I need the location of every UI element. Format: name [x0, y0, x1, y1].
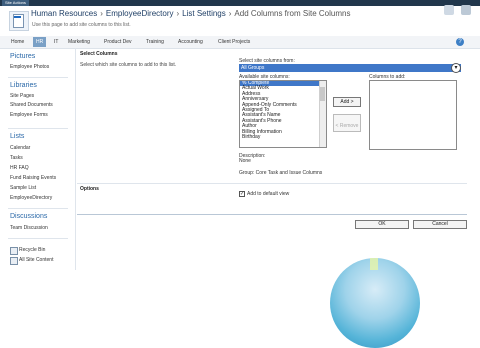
nav-item-site-pages[interactable]: Site Pages: [10, 93, 34, 99]
nav-item-all-site-content[interactable]: All Site Content: [19, 257, 53, 263]
column-group-dropdown[interactable]: All Groups: [239, 64, 461, 72]
nav-item-employee-photos[interactable]: Employee Photos: [10, 64, 49, 70]
tab-training[interactable]: Training: [143, 37, 167, 47]
column-group-info: Group: Core Task and Issue Columns: [239, 170, 323, 176]
breadcrumb-settings[interactable]: List Settings: [182, 9, 226, 18]
add-column-button[interactable]: Add >: [333, 97, 361, 107]
section-divider: [77, 183, 467, 184]
columns-to-add-listbox[interactable]: [369, 80, 457, 150]
chevron-down-icon[interactable]: ▾: [451, 63, 461, 73]
nav-item-shared-documents[interactable]: Shared Documents: [10, 102, 53, 108]
breadcrumb-list[interactable]: EmployeeDirectory: [106, 9, 174, 18]
nav-item-calendar[interactable]: Calendar: [10, 145, 30, 151]
section-description: Select which site columns to add to this…: [80, 62, 177, 68]
nav-heading-pictures[interactable]: Pictures: [10, 53, 35, 60]
nav-item-employee-forms[interactable]: Employee Forms: [10, 112, 48, 118]
breadcrumb-separator: ›: [228, 9, 232, 18]
breadcrumb-current: Add Columns from Site Columns: [234, 9, 351, 18]
list-item[interactable]: Birthday: [240, 134, 326, 140]
globe-graphic: [330, 258, 420, 348]
recycle-bin-icon: [10, 247, 18, 255]
nav-item-sample-list[interactable]: Sample List: [10, 185, 36, 191]
add-to-default-view-label[interactable]: Add to default view: [247, 191, 289, 197]
nav-heading-libraries[interactable]: Libraries: [10, 82, 37, 89]
cancel-button[interactable]: Cancel: [413, 220, 467, 229]
tab-marketing[interactable]: Marketing: [65, 37, 93, 47]
nav-divider: [8, 208, 68, 209]
available-columns-listbox[interactable]: % Complete Actual Work Address Anniversa…: [239, 80, 327, 148]
remove-column-button[interactable]: < Remove: [333, 114, 361, 132]
section-title-options: Options: [80, 186, 99, 192]
nav-item-fund-raising-events[interactable]: Fund Raising Events: [10, 175, 56, 181]
breadcrumb-separator: ›: [176, 9, 180, 18]
breadcrumb-site[interactable]: Human Resources: [31, 9, 97, 18]
form-footer-divider: [77, 214, 467, 215]
section-title-select-columns: Select Columns: [80, 51, 118, 57]
nav-item-team-discussion[interactable]: Team Discussion: [10, 225, 48, 231]
site-content-icon: [10, 257, 18, 265]
breadcrumb: Human Resources › EmployeeDirectory › List S…: [31, 9, 350, 18]
description-value: None: [239, 158, 251, 164]
content-divider: [75, 48, 76, 270]
nav-divider: [8, 238, 68, 239]
nav-heading-lists[interactable]: Lists: [10, 133, 24, 140]
logo-accent: [14, 16, 21, 18]
tab-it[interactable]: IT: [51, 37, 61, 47]
user-icon[interactable]: [444, 5, 454, 15]
scrollbar-thumb[interactable]: [320, 87, 325, 101]
tab-client-projects[interactable]: Client Projects: [215, 37, 253, 47]
ok-button[interactable]: OK: [355, 220, 409, 229]
nav-item-employee-directory[interactable]: EmployeeDirectory: [10, 195, 52, 201]
add-to-default-view-checkbox[interactable]: ✓: [239, 191, 245, 197]
nav-divider: [8, 128, 68, 129]
account-menu-icon[interactable]: [461, 5, 471, 15]
breadcrumb-separator: ›: [100, 9, 103, 18]
page-description: Use this page to add site columns to thi…: [32, 22, 131, 28]
tab-product-dev[interactable]: Product Dev: [101, 37, 135, 47]
globe-highlight: [370, 258, 378, 270]
nav-heading-discussions[interactable]: Discussions: [10, 213, 47, 220]
nav-item-recycle-bin[interactable]: Recycle Bin: [19, 247, 45, 253]
nav-item-hr-faq[interactable]: HR FAQ: [10, 165, 29, 171]
nav-item-tasks[interactable]: Tasks: [10, 155, 23, 161]
tab-accounting[interactable]: Accounting: [175, 37, 206, 47]
nav-divider: [8, 77, 68, 78]
tab-home[interactable]: Home: [8, 37, 27, 47]
help-icon[interactable]: ?: [456, 38, 464, 46]
tab-hr[interactable]: HR: [33, 37, 47, 47]
